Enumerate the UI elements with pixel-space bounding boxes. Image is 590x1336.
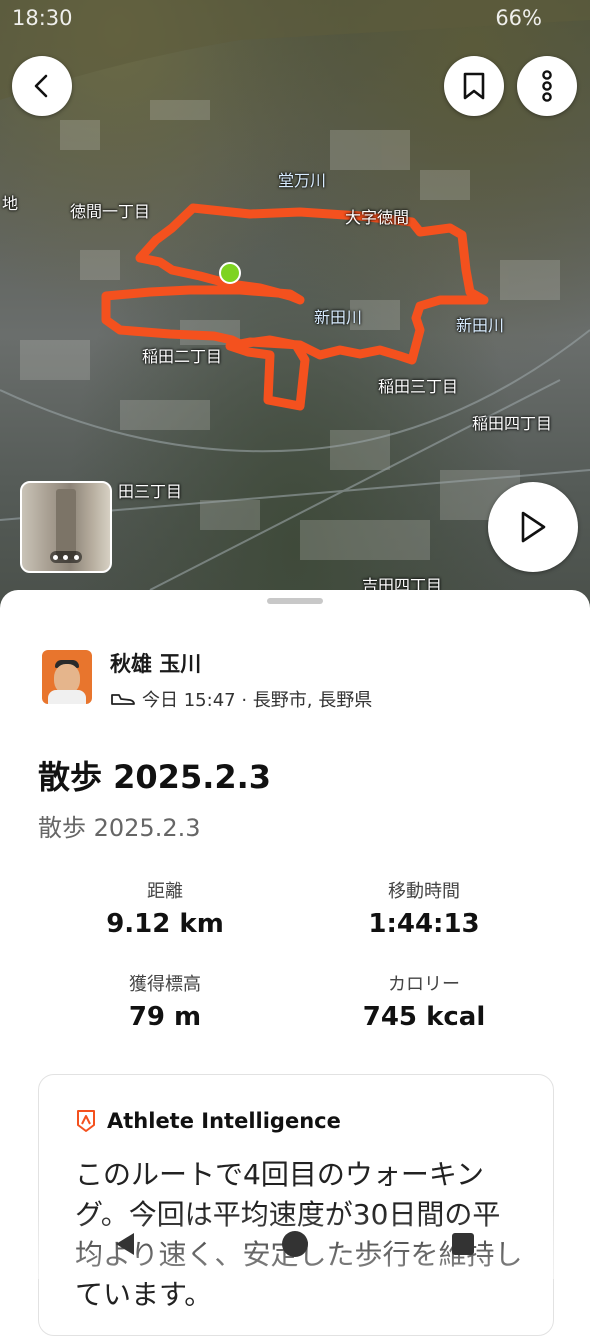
photo-content: [56, 489, 76, 559]
photo-pager-dots: [50, 551, 82, 563]
activity-title: 散歩 2025.2.3: [38, 758, 272, 796]
map-label: 田三丁目: [118, 482, 183, 501]
map-label: 稲田三丁目: [378, 377, 459, 396]
activity-details-sheet: 秋雄 玉川 今日 15:47 · 長野市, 長野県 散歩 2025.2.3 散歩…: [0, 590, 590, 1336]
stat-value: 1:44:13: [368, 909, 480, 939]
chevron-left-icon: [34, 74, 48, 98]
map-label: 新田川: [314, 308, 363, 327]
stat-label: 移動時間: [388, 881, 460, 902]
avatar[interactable]: [42, 650, 92, 704]
nav-home-icon[interactable]: [281, 1230, 309, 1258]
status-time: 18:30: [12, 6, 73, 30]
system-nav-bar: [0, 1209, 590, 1279]
stat-distance: 距離 9.12 km: [35, 877, 295, 939]
nav-recents-icon[interactable]: [451, 1232, 475, 1256]
play-flyover-button[interactable]: [488, 482, 578, 572]
activity-meta: 今日 15:47 · 長野市, 長野県: [110, 686, 372, 712]
athlete-name[interactable]: 秋雄 玉川: [110, 648, 201, 678]
stat-value: 745 kcal: [362, 1002, 486, 1032]
stat-value: 79 m: [128, 1002, 202, 1032]
activity-description: 散歩 2025.2.3: [38, 814, 201, 842]
stat-label: 距離: [147, 881, 183, 902]
stat-elevation-gain: 獲得標高 79 m: [35, 970, 295, 1032]
stat-value: 9.12 km: [106, 909, 224, 939]
route-map[interactable]: 徳間一丁目 大字徳間 堂万川 地 新田川 新田川 稲田二丁目 稲田三丁目 稲田四…: [0, 0, 590, 610]
map-label: 大字徳間: [345, 208, 410, 227]
map-label: 徳間一丁目: [70, 202, 151, 221]
status-bar: 18:30 66%: [0, 4, 590, 34]
stat-label: 獲得標高: [129, 974, 201, 995]
bookmark-icon: [463, 72, 485, 100]
activity-meta-text: 今日 15:47 · 長野市, 長野県: [142, 690, 373, 711]
stat-moving-time: 移動時間 1:44:13: [294, 877, 554, 939]
play-icon: [521, 511, 546, 543]
map-label: 堂万川: [278, 171, 327, 190]
nav-back-icon[interactable]: [112, 1231, 138, 1257]
map-label: 地: [2, 194, 19, 213]
map-label: 新田川: [456, 316, 505, 335]
shoe-icon: [111, 694, 135, 705]
map-label: 稲田二丁目: [142, 347, 223, 366]
more-options-button[interactable]: [517, 56, 577, 116]
stat-label: カロリー: [388, 974, 460, 995]
insight-header: Athlete Intelligence: [75, 1109, 341, 1133]
bookmark-button[interactable]: [444, 56, 504, 116]
status-battery: 66%: [495, 6, 542, 30]
stat-calories: カロリー 745 kcal: [294, 970, 554, 1032]
insight-heading: Athlete Intelligence: [107, 1109, 341, 1133]
map-label: 稲田四丁目: [472, 414, 553, 433]
sheet-drag-handle[interactable]: [267, 598, 323, 604]
athlete-intelligence-card[interactable]: Athlete Intelligence このルートで4回目のウォーキング。今回…: [38, 1074, 554, 1336]
vertical-dots-icon: [542, 70, 552, 102]
activity-photo-thumbnail[interactable]: [20, 481, 112, 573]
athlete-intelligence-icon: [77, 1110, 95, 1132]
back-button[interactable]: [12, 56, 72, 116]
